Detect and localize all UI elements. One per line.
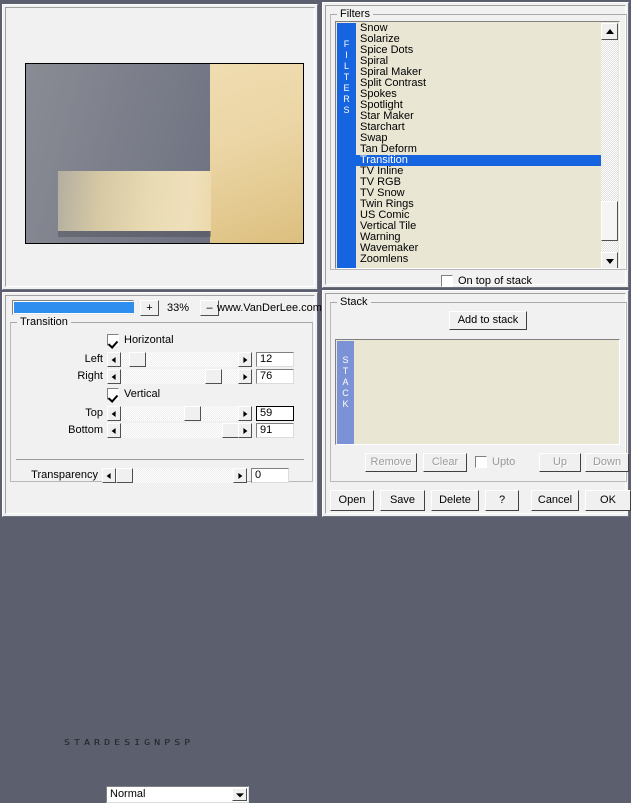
filter-list-item[interactable]: Zoomlens [356,254,601,265]
transparency-value-input[interactable]: 0 [251,468,289,483]
up-button[interactable]: Up [539,453,581,472]
left-slider-inc-button[interactable] [238,352,252,367]
dialog-buttons: Open Save Delete ? Cancel OK [330,490,631,514]
preview-panel-inner [5,7,315,287]
parameters-panel: + 33% – www.VanDerLee.com Transition Hor… [2,292,322,803]
transparency-dec-button[interactable] [102,468,116,483]
parameters-panel-inner: + 33% – www.VanDerLee.com Transition Hor… [5,295,322,803]
progress-bar [12,300,134,315]
filter-preview-image[interactable] [25,63,304,244]
scroll-down-icon[interactable] [601,252,618,268]
right-slider-track[interactable] [121,369,238,384]
preview-panel [2,4,318,290]
left-slider-row: Left 12 [85,352,294,367]
top-slider-label: Top [85,407,103,419]
bottom-slider-dec-button[interactable] [107,423,121,438]
vertical-checkbox[interactable] [107,388,119,400]
right-slider-row: Right 76 [77,369,294,384]
filters-groupbox: Filters FILTERS Snow Solarize Spice Dots Sp… [330,9,627,287]
top-slider-thumb[interactable] [184,406,202,421]
zoom-toolbar: + 33% – www.VanDerLee.com [12,300,322,316]
top-slider-inc-button[interactable] [238,406,252,421]
filters-panel: Filters FILTERS Snow Solarize Spice Dots Sp… [322,2,629,288]
blend-mode-value: Normal [110,788,146,800]
transparency-label: Transparency [31,469,98,481]
preview-right-region [210,64,303,243]
transparency-slider-row: Transparency 0 [31,468,289,483]
preview-band-region [57,170,211,232]
transparency-inc-button[interactable] [233,468,247,483]
delete-button[interactable]: Delete [431,490,479,511]
right-value-input[interactable]: 76 [256,369,294,384]
filters-groupbox-label: Filters [337,9,373,20]
stack-vertical-label: STACK [337,341,354,444]
right-slider-inc-button[interactable] [238,369,252,384]
add-to-stack-button[interactable]: Add to stack [449,311,527,330]
help-button[interactable]: ? [485,490,519,511]
filters-vertical-label: FILTERS [337,23,356,268]
filters-scrollbar[interactable] [601,23,618,268]
vertical-checkbox-label: Vertical [124,388,161,400]
stack-groupbox-label: Stack [337,297,371,308]
bottom-slider-track[interactable] [121,423,239,438]
left-slider-dec-button[interactable] [107,352,121,367]
plugin-dialog: + 33% – www.VanDerLee.com Transition Hor… [0,0,631,803]
upto-checkbox[interactable] [475,456,487,468]
vendor-website-link[interactable]: www.VanDerLee.com [217,300,322,316]
transparency-thumb[interactable] [116,468,133,483]
stack-action-buttons: Remove Clear Upto Up Down [335,453,629,473]
filters-panel-inner: Filters FILTERS Snow Solarize Spice Dots Sp… [325,5,627,287]
bottom-value-input[interactable]: 91 [256,423,294,438]
top-slider-dec-button[interactable] [107,406,121,421]
top-value-input[interactable]: 59 [256,406,294,421]
on-top-of-stack-checkbox[interactable] [441,275,453,287]
filters-list[interactable]: FILTERS Snow Solarize Spice Dots Spiral Spir… [335,21,620,269]
transition-groupbox: Transition Horizontal Left 12 Right 76 V… [10,317,313,482]
on-top-of-stack-label: On top of stack [458,275,532,287]
right-slider-label: Right [77,370,103,382]
transition-groupbox-label: Transition [17,317,71,328]
blend-mode-select[interactable]: Normal [106,786,249,803]
preview-band-shadow [57,231,211,237]
divider [16,459,304,460]
zoom-in-button[interactable]: + [140,300,159,316]
zoom-level-label: 33% [166,302,190,314]
top-slider-track[interactable] [121,406,238,421]
horizontal-checkbox-label: Horizontal [124,334,174,346]
bottom-slider-row: Bottom 91 [68,423,294,438]
ok-button[interactable]: OK [585,490,631,511]
stack-panel: Stack Add to stack STACK Remove Clear Up… [322,290,631,517]
save-button[interactable]: Save [380,490,425,511]
left-slider-thumb[interactable] [129,352,147,367]
left-slider-track[interactable] [121,352,238,367]
upto-checkbox-label: Upto [492,456,516,468]
filter-list-item[interactable]: Starchart [356,122,601,133]
bottom-slider-thumb[interactable] [221,423,239,438]
stack-groupbox: Stack Add to stack STACK Remove Clear Up… [330,297,629,482]
cancel-button[interactable]: Cancel [531,490,579,511]
filter-list-item[interactable]: Spice Dots [356,45,601,56]
down-button[interactable]: Down [585,453,629,472]
open-button[interactable]: Open [330,490,374,511]
progress-bar-fill [14,302,134,313]
bottom-slider-inc-button[interactable] [238,423,252,438]
right-slider-thumb[interactable] [205,369,223,384]
scroll-up-icon[interactable] [601,23,618,40]
left-value-input[interactable]: 12 [256,352,294,367]
horizontal-checkbox[interactable] [107,334,119,346]
top-slider-row: Top 59 [85,406,294,421]
filters-scrollbar-thumb[interactable] [601,201,618,241]
remove-button[interactable]: Remove [365,453,417,472]
stack-list[interactable]: STACK [335,339,620,445]
right-slider-dec-button[interactable] [107,369,121,384]
transparency-track[interactable] [116,468,233,483]
bottom-slider-label: Bottom [68,424,103,436]
brand-signature: STARDESIGNPSP [64,739,195,748]
left-slider-label: Left [84,353,103,365]
chevron-down-icon[interactable] [232,788,247,801]
clear-button[interactable]: Clear [423,453,467,472]
filters-list-items[interactable]: Snow Solarize Spice Dots Spiral Spiral Maker… [356,23,601,268]
stack-panel-inner: Stack Add to stack STACK Remove Clear Up… [325,293,631,514]
